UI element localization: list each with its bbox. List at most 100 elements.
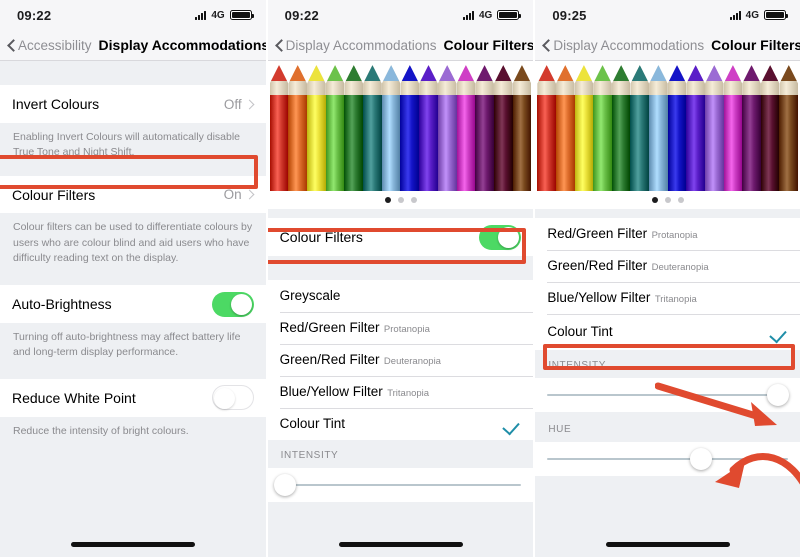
colour-filters-toggle-group: Colour Filters [267,218,534,256]
filter-option-red-green[interactable]: Red/Green Filter Protanopia [267,312,534,344]
pencil-lead [400,65,420,81]
page-dot[interactable] [384,197,391,203]
filter-options-list: Greyscale Red/Green Filter Protanopia Gr… [267,280,534,440]
filter-option-colour-tint[interactable]: Colour Tint [267,408,534,440]
filter-name: Colour Tint [547,324,613,339]
back-button[interactable]: Display Accommodations [275,38,437,53]
filter-option-green-red[interactable]: Green/Red Filter Deuteranopia [535,250,800,282]
filter-option-green-red[interactable]: Green/Red Filter Deuteranopia [267,344,534,376]
pencil-tip [475,65,494,95]
pencil [537,65,556,191]
checkmark-icon [504,418,520,431]
pencil [630,65,650,191]
pencil-tip [611,65,631,95]
pencil-tip [493,65,513,95]
reduce-white-point-toggle[interactable] [211,385,254,411]
filter-option-greyscale[interactable]: Greyscale [267,280,534,312]
pencil-tip [325,65,345,95]
pencil [325,65,345,191]
row-colour-filters[interactable]: Colour Filters On [0,176,266,214]
row-auto-brightness[interactable]: Auto-Brightness [0,285,266,324]
page-dots[interactable] [537,191,799,209]
slider-track[interactable] [273,474,522,496]
pencil-lead [630,65,650,81]
page-title: Colour Filters [443,37,534,53]
page-dot[interactable] [664,197,671,203]
pencil [456,65,476,191]
pencil-tip [630,65,650,95]
pencil-lead [593,65,612,81]
coloured-pencils-preview [535,61,800,209]
filter-option-blue-yellow[interactable]: Blue/Yellow Filter Tritanopia [535,282,800,314]
status-bar: 09:22 4G [267,0,534,30]
slider-thumb[interactable] [690,448,713,470]
pencil [344,65,364,191]
page-dot[interactable] [410,197,417,203]
slider-thumb[interactable] [273,474,296,496]
pencil-lead [723,65,743,81]
filter-option-red-green[interactable]: Red/Green Filter Protanopia [535,218,800,250]
slider-thumb[interactable] [767,384,790,406]
back-button[interactable]: Accessibility [7,38,92,53]
intensity-slider[interactable] [535,378,800,412]
pencil-lead [611,65,631,81]
filter-name: Colour Tint [279,416,345,431]
pencil-tip [381,65,401,95]
filter-options-list: Red/Green Filter Protanopia Green/Red Fi… [535,218,800,350]
pencil-lead [779,65,799,81]
pencil-body [493,95,513,191]
filter-subtitle: Tritanopia [387,388,430,399]
row-reduce-white-point[interactable]: Reduce White Point [0,378,266,417]
top-spacer [0,61,266,85]
pencil-body [307,95,326,191]
page-dots[interactable] [269,191,532,209]
chevron-left-icon [542,38,551,53]
pencil [419,65,438,191]
slider-track[interactable] [547,448,789,470]
row-label: Reduce White Point [12,389,136,406]
nav-bar: Display Accommodations Colour Filters [535,30,800,61]
phone-screen-display-accommodations: 09:22 4G Accessibility Display Accommoda… [0,0,266,557]
filter-name: Red/Green Filter [279,320,380,335]
filter-option-colour-tint[interactable]: Colour Tint [535,314,800,350]
signal-bars-icon [195,10,207,20]
slider-track[interactable] [547,384,790,406]
filter-name: Red/Green Filter [547,226,648,241]
pencil-body [363,95,382,191]
pencil-body [269,95,289,191]
pencil-tip [456,65,476,95]
page-dot[interactable] [397,197,404,203]
pencil [493,65,513,191]
colour-filters-group: Colour Filters On [0,176,266,214]
pencil-strip [537,65,799,191]
intensity-slider[interactable] [267,468,534,502]
pencil-tip [512,65,532,95]
back-button[interactable]: Display Accommodations [542,38,704,53]
page-dot[interactable] [651,197,658,203]
pencil-body [667,95,687,191]
chevron-left-icon [275,38,284,53]
pencil [512,65,532,191]
pencil-body [400,95,420,191]
auto-brightness-toggle[interactable] [211,291,254,317]
back-button-label: Display Accommodations [285,37,437,53]
carrier-label: 4G [211,9,225,21]
status-indicators: 4G [195,9,254,21]
row-colour-filters-toggle[interactable]: Colour Filters [267,218,534,256]
hue-slider[interactable] [535,442,800,476]
invert-colours-group: Invert Colours Off [0,85,266,123]
pencil-lead [456,65,476,81]
page-dot[interactable] [677,197,684,203]
footnote-colour-filters: Colour filters can be used to differenti… [0,213,266,276]
pencil-tip [555,65,575,95]
pencil-lead [288,65,308,81]
intensity-label: INTENSITY [280,450,339,461]
row-invert-colours[interactable]: Invert Colours Off [0,85,266,123]
pencil-body [686,95,705,191]
intensity-label: INTENSITY [548,360,606,371]
filter-option-blue-yellow[interactable]: Blue/Yellow Filter Tritanopia [267,376,534,408]
hue-label: HUE [548,424,572,435]
pencil-body [760,95,780,191]
colour-filters-toggle[interactable] [479,224,522,250]
nav-bar: Display Accommodations Colour Filters [267,30,534,61]
